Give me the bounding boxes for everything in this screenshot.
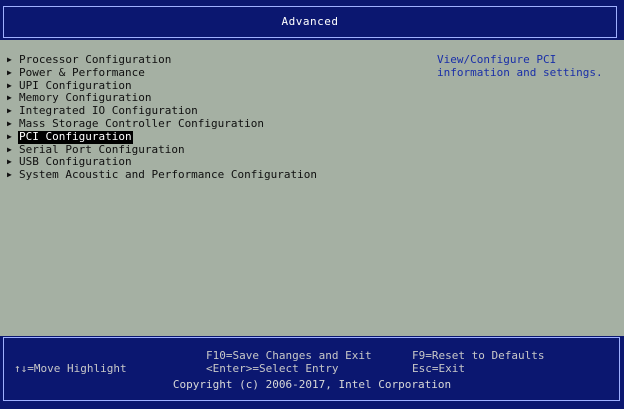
menu-item-system-acoustic-performance-configuration[interactable]: ▶ System Acoustic and Performance Configu… (7, 168, 407, 182)
menu-item-label: Mass Storage Controller Configuration (19, 116, 265, 130)
help-text-line: View/Configure PCI (437, 53, 557, 66)
submenu-arrow-icon: ▶ (7, 131, 12, 141)
menu-item-pci-configuration[interactable]: ▶ PCI Configuration (7, 129, 407, 144)
help-text-line: information and settings. (437, 65, 603, 79)
submenu-arrow-icon: ▶ (7, 106, 12, 116)
submenu-arrow-icon: ▶ (7, 80, 12, 90)
menu-item-power-performance[interactable]: ▶ Power & Performance (7, 65, 407, 80)
menu-item-mass-storage-controller-configuration[interactable]: ▶ Mass Storage Controller Configuration (7, 116, 407, 131)
menu-item-label: PCI Configuration (18, 129, 133, 144)
submenu-arrow-icon: ▶ (7, 144, 12, 154)
copyright-line: Copyright (c) 2006-2017, Intel Corporati… (0, 373, 624, 392)
copyright-text: Copyright (c) 2006-2017, Intel Corporati… (170, 378, 454, 391)
reset-defaults-hint: F9=Reset to Defaults (412, 349, 545, 362)
main-panel: ▶ Processor Configuration ▶ Power & Perfor… (0, 40, 624, 336)
title-bar: Advanced (3, 6, 617, 38)
submenu-arrow-icon: ▶ (7, 55, 12, 64)
page-title: Advanced (281, 15, 339, 28)
submenu-arrow-icon: ▶ (7, 157, 12, 167)
menu-item-label: Power & Performance (19, 65, 145, 79)
bios-screen: Advanced ▶ Processor Configuration ▶ Power… (0, 0, 624, 409)
menu-list: ▶ Processor Configuration ▶ Power & Perfor… (7, 53, 407, 182)
save-exit-hint: F10=Save Changes and Exit (206, 349, 372, 362)
submenu-arrow-icon: ▶ (7, 118, 12, 128)
menu-item-label: System Acoustic and Performance Configur… (19, 168, 318, 182)
submenu-arrow-icon: ▶ (7, 67, 12, 77)
submenu-arrow-icon: ▶ (7, 93, 12, 103)
help-panel: View/Configure PCI information and setti… (437, 53, 617, 80)
menu-item-processor-configuration[interactable]: ▶ Processor Configuration (7, 53, 407, 67)
submenu-arrow-icon: ▶ (7, 170, 12, 180)
menu-item-label: Processor Configuration (19, 53, 172, 66)
